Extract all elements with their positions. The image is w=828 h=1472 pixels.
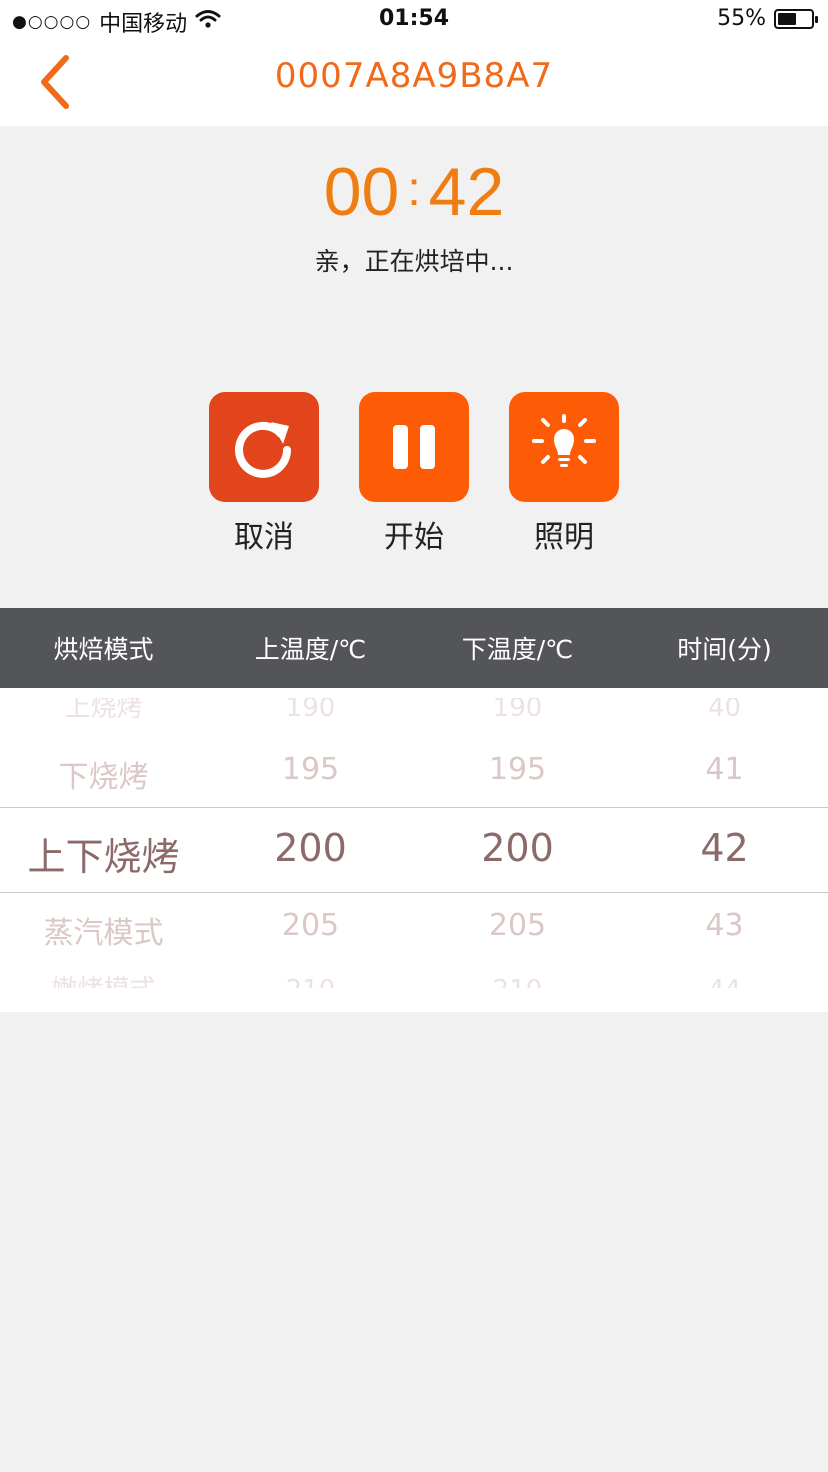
- picker-mode: 上烧烤: [64, 698, 143, 723]
- picker-time: 42: [700, 826, 749, 870]
- picker-row[interactable]: 上烧烤 190 190 40: [0, 698, 828, 728]
- table-header: 烘焙模式 上温度/℃ 下温度/℃ 时间(分): [0, 608, 828, 688]
- header-time: 时间(分): [677, 635, 772, 664]
- start-button-box[interactable]: [359, 392, 469, 502]
- light-label: 照明: [534, 520, 594, 555]
- picker-time: 41: [705, 752, 744, 787]
- picker-row[interactable]: 下烧烤 195 195 41: [0, 752, 828, 795]
- battery-level-fill: [778, 12, 796, 25]
- light-button-box[interactable]: [509, 392, 619, 502]
- header-top-temp: 上温度/℃: [254, 635, 367, 664]
- page-title: 0007A8A9B8A7: [274, 56, 554, 96]
- picker-top-temp: 190: [285, 698, 336, 723]
- picker-bottom-temp: 195: [488, 752, 547, 787]
- picker-top-temp: 195: [281, 752, 340, 787]
- picker-bottom-temp: 210: [414, 972, 621, 988]
- nav-bar: 0007A8A9B8A7: [0, 40, 828, 126]
- cancel-button[interactable]: 取消: [209, 392, 319, 556]
- picker-row[interactable]: 蒸汽模式 205 205 43: [0, 908, 828, 951]
- picker-mode: 嫩烤模式: [0, 972, 207, 988]
- picker-mode: 下烧烤: [58, 760, 149, 795]
- picker-bottom-temp: 200: [481, 826, 554, 870]
- picker-time: 43: [705, 908, 744, 943]
- picker-top-temp: 210: [207, 972, 414, 988]
- start-label: 开始: [384, 520, 444, 555]
- selection-bottom-divider: [0, 892, 828, 893]
- status-right: 55%: [717, 6, 818, 31]
- picker-mode: 上下烧烤: [27, 835, 180, 879]
- baking-status-text: 亲，正在烘培中...: [314, 247, 514, 276]
- picker-time: 40: [707, 698, 742, 723]
- picker-bottom-temp: 205: [488, 908, 547, 943]
- pause-icon: [393, 425, 435, 469]
- refresh-icon: [235, 421, 291, 478]
- timer-minutes: 00: [323, 154, 400, 230]
- timer-separator: :: [407, 163, 421, 216]
- header-mode: 烘焙模式: [53, 635, 154, 664]
- status-time: 01:54: [378, 6, 450, 31]
- light-button[interactable]: 照明: [509, 392, 619, 556]
- light-bulb-icon: [532, 414, 596, 467]
- picker-bottom-temp: 190: [492, 698, 543, 723]
- selection-top-divider: [0, 807, 828, 808]
- header-bottom-temp: 下温度/℃: [461, 635, 574, 664]
- picker-row-selected[interactable]: 上下烧烤 200 200 42: [0, 826, 828, 879]
- picker-top-temp: 205: [281, 908, 340, 943]
- picker-mode: 蒸汽模式: [43, 916, 164, 951]
- settings-picker[interactable]: 上烧烤 190 190 40 下烧烤 195 195 41 上下烧烤 200 2…: [0, 688, 828, 1012]
- battery-percent: 55%: [717, 6, 766, 31]
- timer-seconds: 42: [428, 154, 505, 230]
- cancel-label: 取消: [234, 520, 294, 555]
- picker-time: 44: [621, 972, 828, 988]
- status-bar: ●○○○○ 中国移动 01:54 55%: [0, 0, 828, 40]
- cancel-button-box[interactable]: [209, 392, 319, 502]
- picker-row[interactable]: 嫩烤模式 210 210 44: [0, 972, 828, 988]
- countdown-timer: 00:42: [0, 150, 828, 232]
- battery-icon: [774, 8, 818, 29]
- picker-top-temp: 200: [274, 826, 347, 870]
- start-button[interactable]: 开始: [359, 392, 469, 556]
